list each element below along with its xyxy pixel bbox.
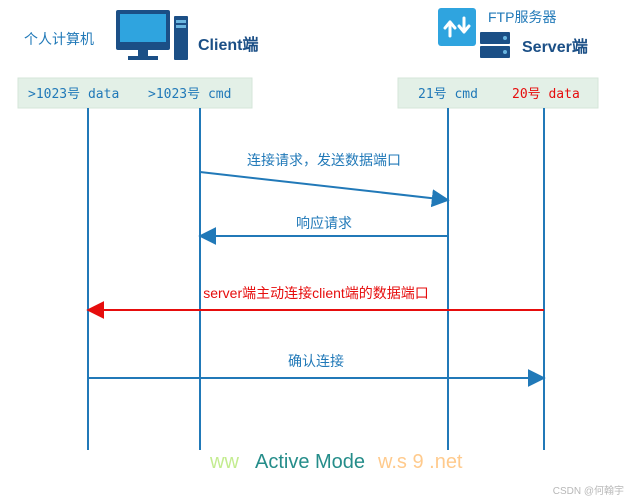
msg1-arrow [200,172,448,200]
client-header: 个人计算机 Client端 [24,10,258,60]
server-port-cmd: 21号 cmd [418,87,478,102]
server-port-data: 20号 data [512,87,580,102]
msg2-label: 响应请求 [296,215,352,231]
diagram-title: Active Mode [255,451,365,473]
server-ports: 21号 cmd 20号 data [398,78,598,108]
msg4-label: 确认连接 [288,353,344,369]
client-port-cmd: >1023号 cmd [148,87,231,102]
client-en-label: Client端 [198,35,258,54]
watermark-right: w.s 9 .net [377,451,463,473]
watermark-left: ww [209,451,239,473]
transfer-icon [438,8,476,46]
attribution: CSDN @何翰宇 [553,484,624,497]
msg3-label: server端主动连接client端的数据端口 [203,285,429,301]
server-cn-label: FTP服务器 [488,9,556,25]
title-row: ww Active Mode w.s 9 .net [209,451,463,473]
server-header: FTP服务器 Server端 [438,8,588,58]
computer-icon [116,10,188,60]
server-icon [480,32,510,58]
server-en-label: Server端 [522,37,588,56]
client-port-data: >1023号 data [28,87,119,102]
client-ports: >1023号 data >1023号 cmd [18,78,252,108]
msg1-label: 连接请求，发送数据端口 [247,152,401,168]
client-cn-label: 个人计算机 [24,31,94,47]
